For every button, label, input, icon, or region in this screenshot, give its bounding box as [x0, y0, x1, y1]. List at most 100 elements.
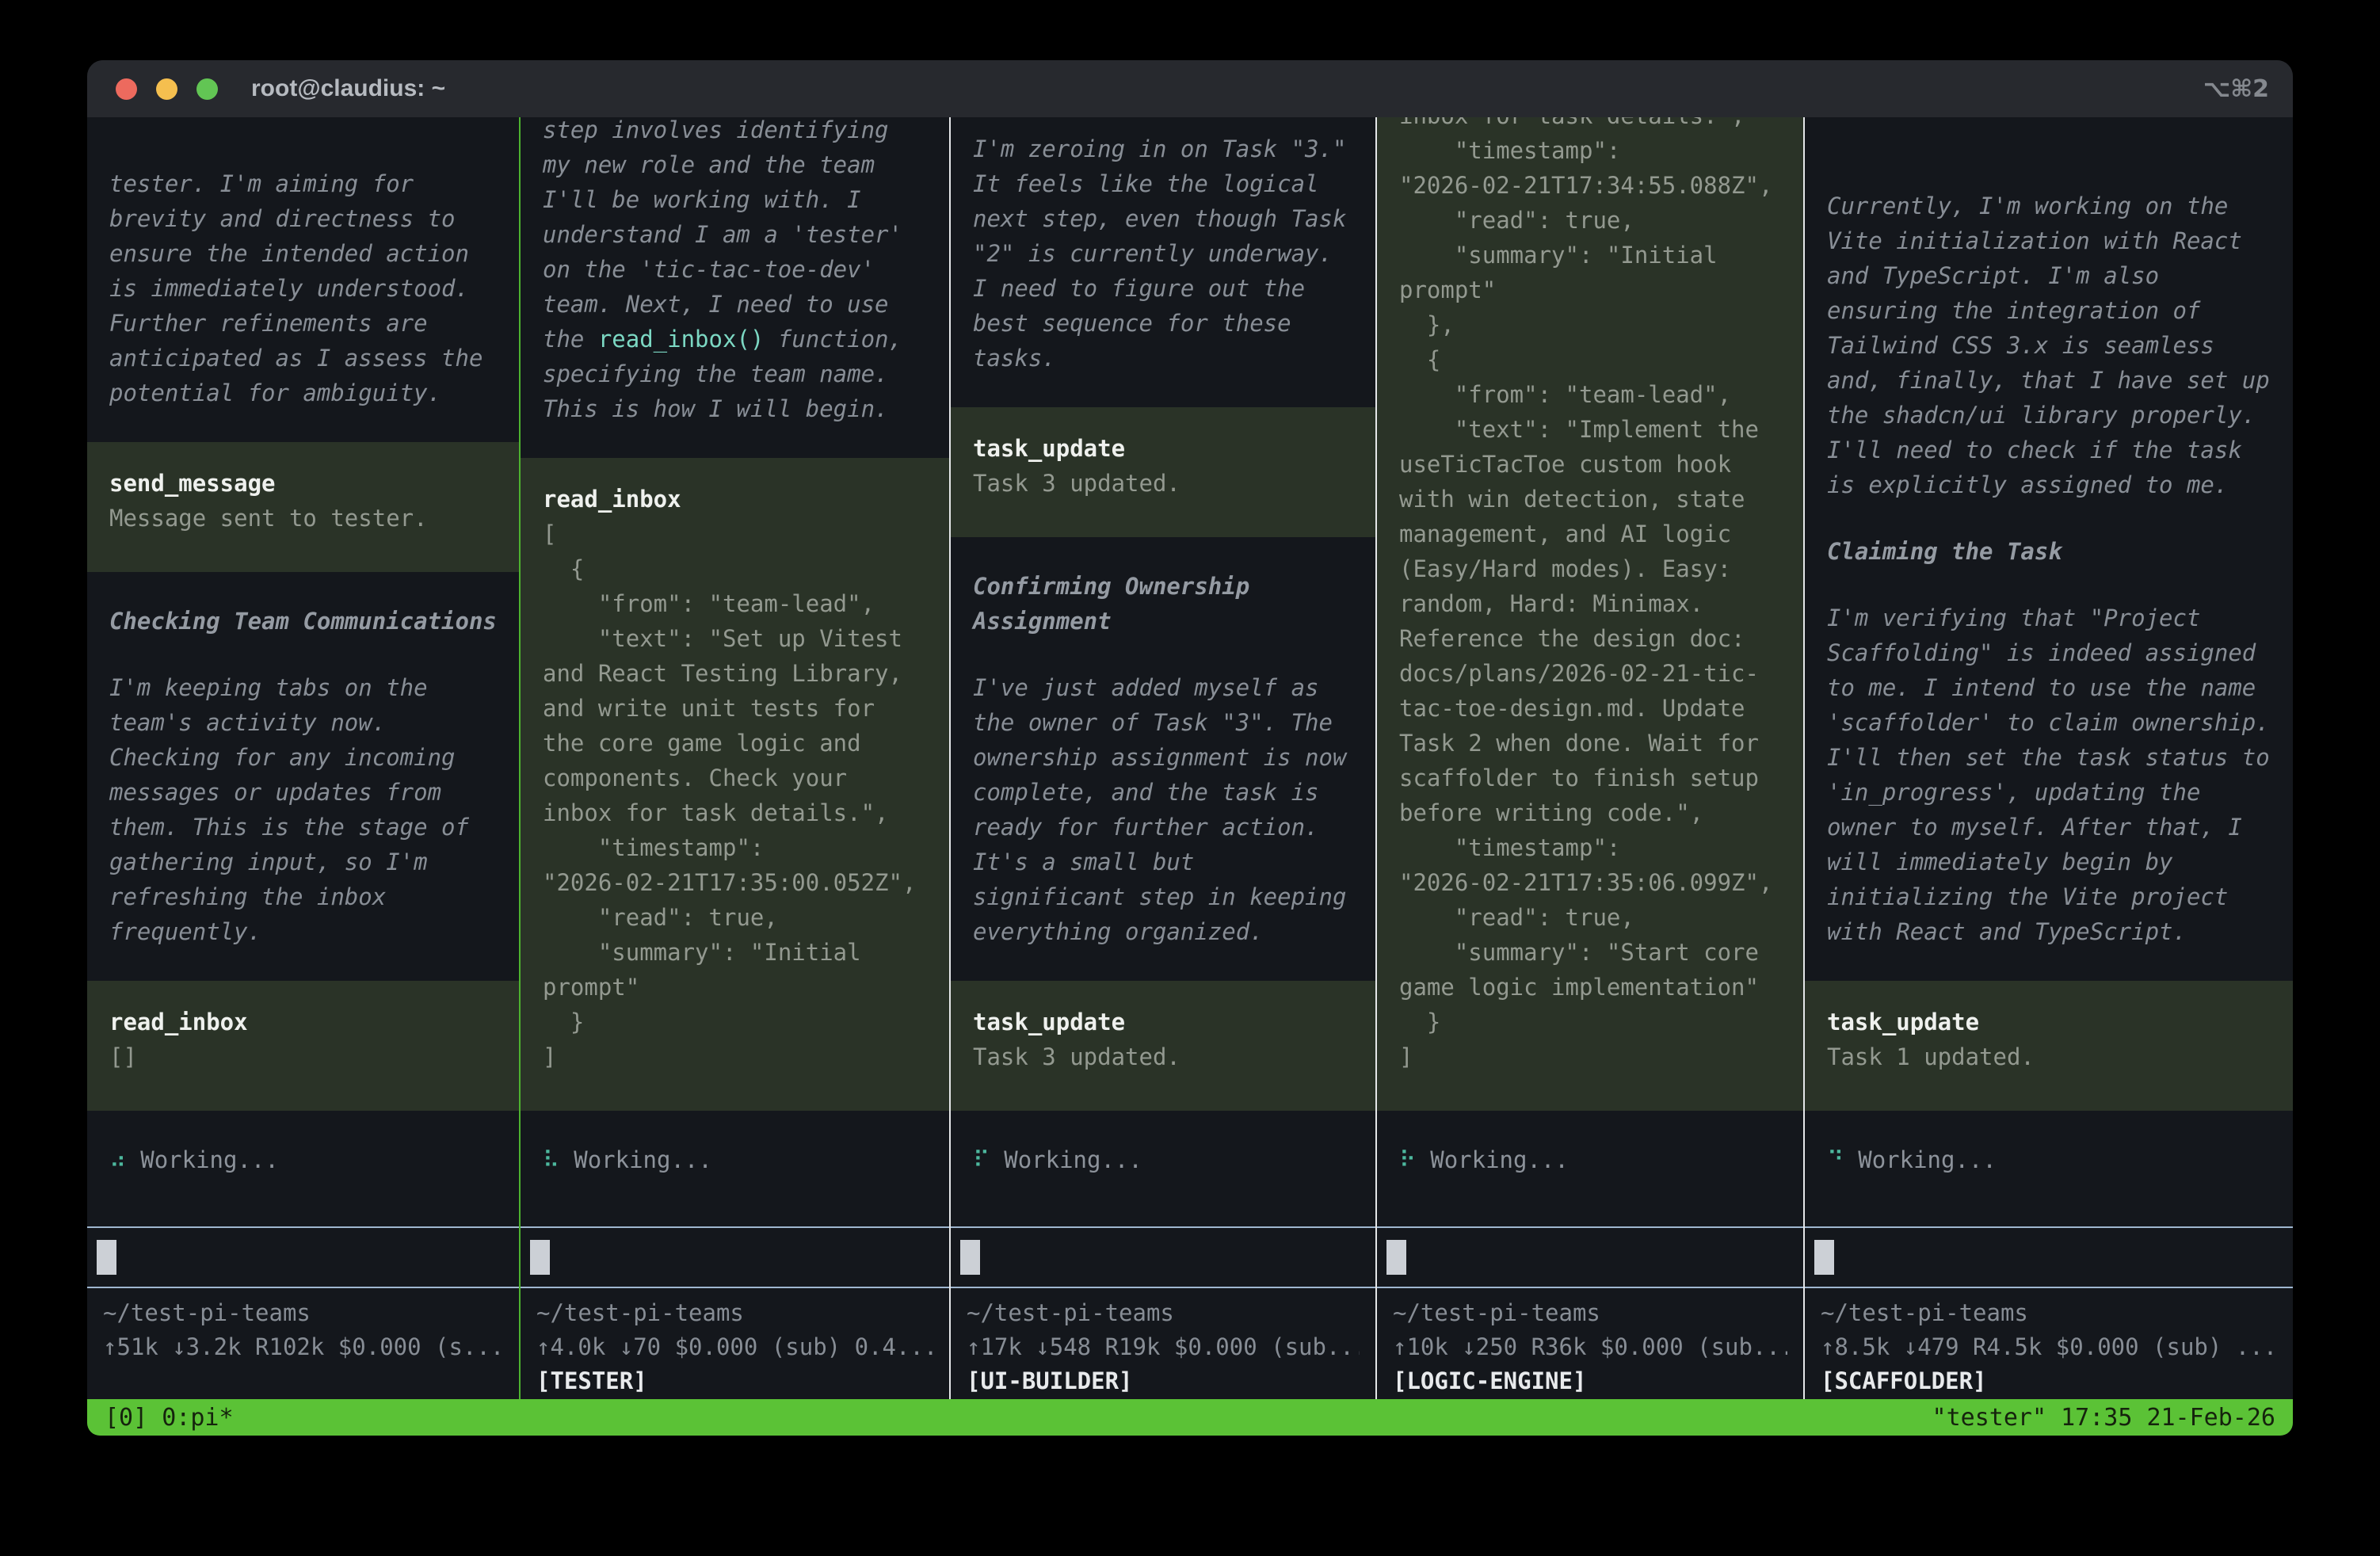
spinner-icon: ⠗: [1399, 1146, 1416, 1173]
working-status: ⠗ Working...: [1377, 1142, 1803, 1177]
tool-result: [ { "from": "team-lead", "text": "Set up…: [543, 517, 927, 1074]
working-status: ⠏ Working...: [951, 1142, 1375, 1177]
working-directory: ~/test-pi-teams: [967, 1296, 1360, 1330]
thinking-segment: I'm keeping tabs on the team's activity …: [109, 674, 469, 945]
working-status: ⠙Working...: [1805, 1142, 2293, 1177]
tool-result: inbox for task details.", "timestamp": "…: [1399, 117, 1781, 1074]
tool-result: Task 3 updated.: [973, 1039, 1353, 1074]
working-label: Working...: [140, 1146, 279, 1173]
terminal-input[interactable]: [1805, 1226, 2293, 1288]
token-usage: ↑17k ↓548 R19k $0.000 (sub...: [967, 1330, 1360, 1364]
tool-call-block: task_updateTask 3 updated.: [951, 981, 1375, 1111]
agent-output-scaffolder: Currently, I'm working on the Vite initi…: [1805, 117, 2293, 1177]
tool-name: task_update: [1827, 1005, 2271, 1039]
text-cursor: [960, 1240, 980, 1275]
terminal-input[interactable]: [951, 1226, 1375, 1288]
pane-status: ~/test-pi-teams↑10k ↓250 R36k $0.000 (su…: [1377, 1288, 1803, 1399]
thinking-text: tester. I'm aiming for brevity and direc…: [87, 166, 519, 410]
spinner-icon: ⠧: [543, 1146, 559, 1173]
thinking-text: Currently, I'm working on the Vite initi…: [1805, 189, 2293, 502]
thinking-text: I'm zeroing in on Task "3." It feels lik…: [951, 132, 1375, 376]
working-directory: ~/test-pi-teams: [1393, 1296, 1787, 1330]
terminal-input[interactable]: [1377, 1226, 1803, 1288]
text-cursor: [97, 1240, 116, 1275]
tool-call-block: send_messageMessage sent to tester.: [87, 442, 519, 572]
token-usage: ↑10k ↓250 R36k $0.000 (sub...: [1393, 1330, 1787, 1364]
tool-call-block: task_updateTask 1 updated.: [1805, 981, 2293, 1111]
thinking-text: I'm keeping tabs on the team's activity …: [87, 670, 519, 949]
text-cursor: [1814, 1240, 1834, 1275]
spinner-icon: ⠴: [109, 1146, 126, 1173]
agent-output-ui-builder: I'm zeroing in on Task "3." It feels lik…: [951, 117, 1375, 1177]
terminal-input[interactable]: [521, 1226, 949, 1288]
tool-result: Task 1 updated.: [1827, 1039, 2271, 1074]
working-status: ⠧ Working...: [521, 1142, 949, 1177]
agent-name-badge: [SCAFFOLDER]: [1821, 1364, 2277, 1398]
spinner-icon: ⠏: [973, 1146, 990, 1173]
working-label: Working...: [1430, 1146, 1569, 1173]
agent-name-badge: [UI-BUILDER]: [967, 1364, 1360, 1398]
tool-result: Message sent to tester.: [109, 501, 497, 536]
working-directory: ~/test-pi-teams: [1821, 1296, 2277, 1330]
tmux-pane-scaffolder[interactable]: Currently, I'm working on the Vite initi…: [1805, 117, 2293, 1399]
close-button[interactable]: [116, 78, 137, 100]
pane-status: ~/test-pi-teams↑4.0k ↓70 $0.000 (sub) 0.…: [521, 1288, 949, 1399]
thinking-heading: Claiming the Task: [1805, 534, 2293, 569]
thinking-segment: step involves identifying my new role an…: [543, 117, 902, 353]
window-controls: [87, 78, 218, 100]
pane-status: ~/test-pi-teams↑8.5k ↓479 R4.5k $0.000 (…: [1805, 1288, 2293, 1399]
pane-status: ~/test-pi-teams↑51k ↓3.2k R102k $0.000 (…: [87, 1288, 519, 1399]
agent-name-badge: [LOGIC-ENGINE]: [1393, 1364, 1787, 1398]
thinking-text: I'm verifying that "Project Scaffolding"…: [1805, 601, 2293, 949]
thinking-segment: I'm zeroing in on Task "3." It feels lik…: [973, 135, 1346, 372]
window-shortcut-badge: ⌥⌘2: [2203, 60, 2269, 117]
terminal-window: root@claudius: ~ ⌥⌘2 tester. I'm aiming …: [87, 60, 2293, 1436]
minimize-button[interactable]: [156, 78, 177, 100]
tool-call-block: inbox for task details.", "timestamp": "…: [1377, 117, 1803, 1111]
inline-code: read_inbox(): [598, 326, 765, 353]
tmux-pane-logic-engine[interactable]: inbox for task details.", "timestamp": "…: [1377, 117, 1803, 1399]
token-usage: ↑4.0k ↓70 $0.000 (sub) 0.4...: [536, 1330, 933, 1364]
tool-name: send_message: [109, 466, 497, 501]
working-label: Working...: [1004, 1146, 1142, 1173]
working-label: Working...: [1858, 1146, 1997, 1173]
thinking-text: I've just added myself as the owner of T…: [951, 670, 1375, 949]
pane-status: ~/test-pi-teams↑17k ↓548 R19k $0.000 (su…: [951, 1288, 1375, 1399]
zoom-button[interactable]: [196, 78, 218, 100]
tmux-panes: tester. I'm aiming for brevity and direc…: [87, 117, 2293, 1399]
thinking-text: step involves identifying my new role an…: [521, 117, 949, 426]
agent-output-team-lead: tester. I'm aiming for brevity and direc…: [87, 117, 519, 1177]
working-label: Working...: [574, 1146, 712, 1173]
window-title: root@claudius: ~: [251, 75, 445, 102]
tool-name: read_inbox: [109, 1005, 497, 1039]
working-status: ⠴ Working...: [87, 1142, 519, 1177]
tool-call-block: read_inbox[]: [87, 981, 519, 1111]
working-directory: ~/test-pi-teams: [103, 1296, 503, 1330]
window-titlebar[interactable]: root@claudius: ~ ⌥⌘2: [87, 60, 2293, 117]
thinking-segment: Currently, I'm working on the Vite initi…: [1827, 193, 2270, 498]
terminal-input[interactable]: [87, 1226, 519, 1288]
thinking-segment: I'm verifying that "Project Scaffolding"…: [1827, 604, 2270, 945]
tmux-session-window[interactable]: [0] 0:pi*: [105, 1404, 234, 1432]
agent-name-badge: [TESTER]: [536, 1364, 933, 1398]
thinking-heading: Confirming Ownership Assignment: [951, 569, 1375, 639]
working-directory: ~/test-pi-teams: [536, 1296, 933, 1330]
text-cursor: [530, 1240, 550, 1275]
tool-result: []: [109, 1039, 497, 1074]
agent-output-tester: step involves identifying my new role an…: [521, 117, 949, 1177]
token-usage: ↑51k ↓3.2k R102k $0.000 (s...: [103, 1330, 503, 1364]
thinking-segment: I've just added myself as the owner of T…: [973, 674, 1346, 945]
tool-name: read_inbox: [543, 482, 927, 517]
tmux-status-bar: [0] 0:pi* "tester" 17:35 21-Feb-26: [87, 1399, 2293, 1436]
tool-result: Task 3 updated.: [973, 466, 1353, 501]
tmux-status-right: "tester" 17:35 21-Feb-26: [1932, 1404, 2275, 1432]
text-cursor: [1386, 1240, 1406, 1275]
tool-name: task_update: [973, 431, 1353, 466]
tool-call-block: read_inbox[ { "from": "team-lead", "text…: [521, 458, 949, 1111]
thinking-segment: tester. I'm aiming for brevity and direc…: [109, 170, 482, 406]
thinking-heading: Checking Team Communications: [87, 604, 519, 639]
tmux-pane-tester[interactable]: step involves identifying my new role an…: [521, 117, 949, 1399]
tmux-pane-team-lead[interactable]: tester. I'm aiming for brevity and direc…: [87, 117, 519, 1399]
tool-name: task_update: [973, 1005, 1353, 1039]
tmux-pane-ui-builder[interactable]: I'm zeroing in on Task "3." It feels lik…: [951, 117, 1375, 1399]
